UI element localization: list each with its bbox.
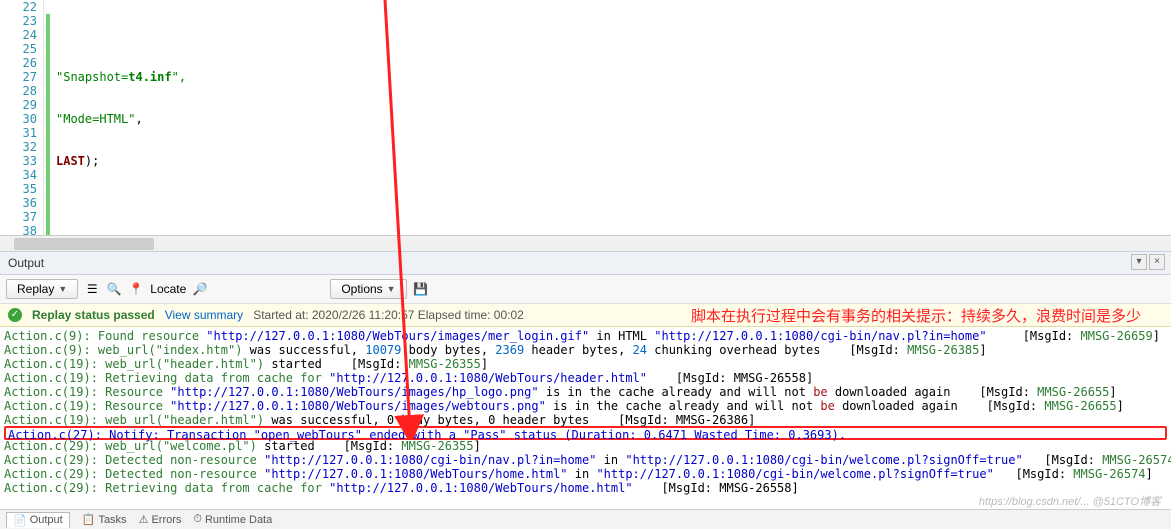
tree-icon[interactable]: ☰: [84, 281, 100, 297]
search-icon[interactable]: 🔎: [192, 281, 208, 297]
status-meta: Started at: 2020/2/26 11:20:57 Elapsed t…: [253, 308, 524, 322]
code-body[interactable]: "Snapshot=t4.inf", "Mode=HTML", LAST); l…: [52, 0, 1171, 235]
status-text: Replay status passed: [32, 308, 155, 322]
tab-output[interactable]: 📄Output: [6, 512, 70, 528]
line-number-gutter: 22 23 24 25 26 27 28 29 30 31 32 33 34 3…: [0, 0, 44, 235]
locate-icon[interactable]: 📍: [128, 281, 144, 297]
replay-dropdown[interactable]: Replay▼: [6, 279, 78, 299]
locate-label[interactable]: Locate: [150, 282, 186, 296]
tab-runtime-data[interactable]: ⏱Runtime Data: [193, 513, 272, 526]
options-dropdown[interactable]: Options▼: [330, 279, 406, 299]
output-toolbar: Replay▼ ☰ 🔍 📍 Locate 🔎 Options▼ 💾: [0, 275, 1171, 304]
change-markers: [44, 0, 52, 235]
view-summary-link[interactable]: View summary: [165, 308, 243, 322]
code-editor[interactable]: 22 23 24 25 26 27 28 29 30 31 32 33 34 3…: [0, 0, 1171, 235]
horizontal-scrollbar[interactable]: [0, 235, 1171, 251]
transaction-notify-row: Action.c(27): Notify: Transaction "open_…: [4, 426, 1167, 440]
success-icon: ✓: [8, 308, 22, 322]
tab-errors[interactable]: ⚠Errors: [139, 513, 182, 526]
save-icon[interactable]: 💾: [413, 281, 429, 297]
replay-status-bar: ✓ Replay status passed View summary Star…: [0, 304, 1171, 327]
watermark: https://blog.csdn.net/... @51CTO博客: [979, 493, 1161, 509]
annotation-text: 脚本在执行过程中会有事务的相关提示：持续多久，浪费时间是多少: [691, 305, 1141, 326]
output-log[interactable]: Action.c(9): Found resource "http://127.…: [0, 327, 1171, 497]
tab-tasks[interactable]: 📋Tasks: [82, 513, 127, 526]
bottom-tabs: 📄Output 📋Tasks ⚠Errors ⏱Runtime Data: [0, 509, 1171, 529]
find-icon[interactable]: 🔍: [106, 281, 122, 297]
panel-menu-button[interactable]: ▾: [1131, 254, 1147, 270]
output-panel-title: Output ▾ ×: [0, 251, 1171, 275]
panel-close-button[interactable]: ×: [1149, 254, 1165, 270]
